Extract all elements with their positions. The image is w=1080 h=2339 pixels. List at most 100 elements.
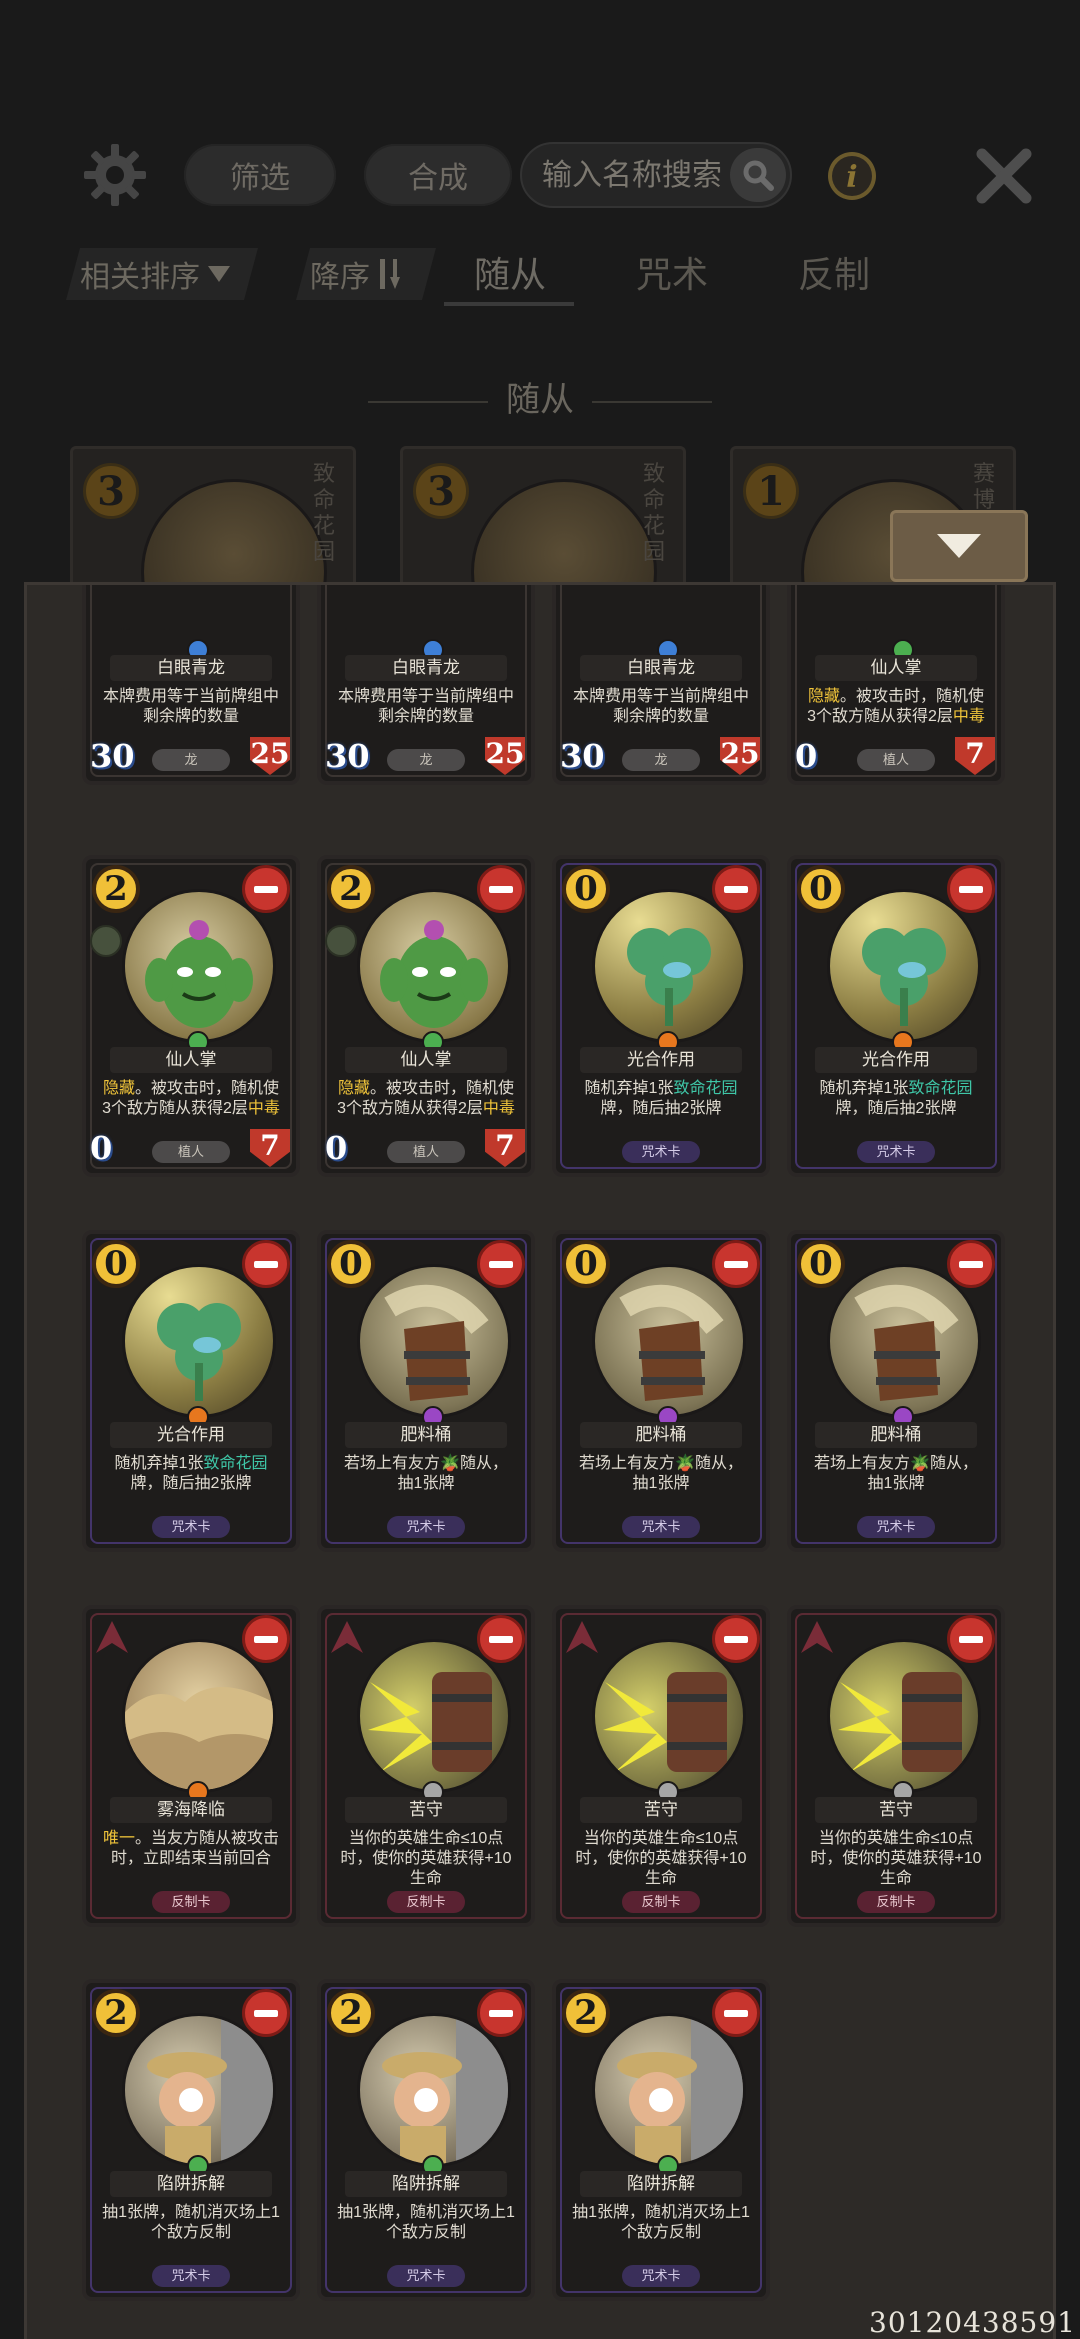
remove-card-button[interactable] (242, 1989, 290, 2037)
remove-card-button[interactable] (712, 1615, 760, 1663)
search-box (520, 142, 792, 208)
card-type-tag: 咒术卡 (387, 2265, 465, 2287)
card-name: 苦守 (345, 1797, 507, 1823)
remove-card-button[interactable] (947, 865, 995, 913)
section-heading: 随从 (0, 372, 1080, 421)
remove-card-button[interactable] (242, 1615, 290, 1663)
deck-card[interactable]: 2 陷阱拆解 抽1张牌，随机消灭场上1个敌方反制 咒术卡 (82, 1979, 300, 2301)
card-set-tag: 致命花园 (313, 461, 336, 564)
card-attack: 0 (325, 1129, 348, 1167)
remove-card-button[interactable] (947, 1240, 995, 1288)
remove-card-button[interactable] (712, 865, 760, 913)
desc-segment: 随机弃掉1张 (819, 1080, 909, 1097)
card-set-tag: 致命花园 (643, 461, 666, 564)
card-art (122, 889, 276, 1043)
remove-card-button[interactable] (477, 1989, 525, 2037)
deck-card[interactable]: 0 光合作用 随机弃掉1张致命花园牌，随后抽2张牌 咒术卡 (552, 855, 770, 1177)
card-name: 光合作用 (815, 1047, 977, 1073)
remove-card-button[interactable] (477, 1240, 525, 1288)
card-type-tag: 龙 (152, 749, 230, 771)
tab-spell[interactable]: 咒术 (636, 246, 708, 298)
scrollbar[interactable] (1053, 1915, 1056, 2205)
background-card: 3 致命花园 (70, 446, 356, 589)
remove-card-button[interactable] (477, 1615, 525, 1663)
search-input[interactable] (540, 144, 734, 208)
close-icon[interactable] (972, 144, 1036, 208)
divider (368, 401, 488, 404)
collapse-toggle-button[interactable] (890, 510, 1028, 582)
card-type-tag: 反制卡 (152, 1891, 230, 1913)
card-description: 抽1张牌，随机消灭场上1个敌方反制 (337, 2203, 515, 2265)
remove-card-button[interactable] (242, 865, 290, 913)
tab-counter[interactable]: 反制 (798, 246, 870, 298)
counter-mark-icon (96, 1621, 128, 1653)
card-cost: 2 (327, 865, 375, 913)
card-cost: 0 (562, 1240, 610, 1288)
relevance-sort-button[interactable]: 相关排序 (66, 248, 258, 300)
card-description: 若场上有友方🪴随从，抽1张牌 (572, 1454, 750, 1516)
card-name: 雾海降临 (110, 1797, 272, 1823)
card-art (357, 889, 511, 1043)
card-art (122, 1264, 276, 1418)
deck-card[interactable]: 苦守 当你的英雄生命≤10点时，使你的英雄获得+10生命 反制卡 (552, 1605, 770, 1927)
deck-card[interactable]: 0 肥料桶 若场上有友方🪴随从，抽1张牌 咒术卡 (552, 1230, 770, 1552)
card-name: 苦守 (580, 1797, 742, 1823)
desc-segment: 牌，随后抽2张牌 (835, 1100, 957, 1117)
deck-card[interactable]: 2 仙人掌 隐藏。被攻击时，随机使3个敌方随从获得2层中毒 0 7 植人 (82, 855, 300, 1177)
search-button[interactable] (730, 148, 786, 202)
deck-card[interactable]: 白眼青龙 本牌费用等于当前牌组中剩余牌的数量 30 25 龙 (552, 585, 770, 785)
card-attack: 0 (795, 737, 818, 775)
card-cost: 3 (413, 463, 469, 519)
remove-card-button[interactable] (712, 1989, 760, 2037)
remove-card-button[interactable] (947, 1615, 995, 1663)
deck-card[interactable]: 2 陷阱拆解 抽1张牌，随机消灭场上1个敌方反制 咒术卡 (317, 1979, 535, 2301)
card-description: 若场上有友方🪴随从，抽1张牌 (807, 1454, 985, 1516)
desc-segment: 🪴 (440, 1455, 460, 1472)
card-art (592, 1639, 746, 1793)
card-type-tag: 咒术卡 (622, 1516, 700, 1538)
card-cost: 2 (92, 1989, 140, 2037)
card-name: 肥料桶 (815, 1422, 977, 1448)
deck-card[interactable]: 0 肥料桶 若场上有友方🪴随从，抽1张牌 咒术卡 (787, 1230, 1005, 1552)
remove-card-button[interactable] (242, 1240, 290, 1288)
deck-card[interactable]: 苦守 当你的英雄生命≤10点时，使你的英雄获得+10生命 反制卡 (317, 1605, 535, 1927)
deck-card[interactable]: 仙人掌 隐藏。被攻击时，随机使3个敌方随从获得2层中毒 0 7 植人 (787, 585, 1005, 785)
deck-card[interactable]: 2 仙人掌 隐藏。被攻击时，随机使3个敌方随从获得2层中毒 0 7 植人 (317, 855, 535, 1177)
gear-icon[interactable] (82, 142, 148, 208)
info-icon[interactable]: i (826, 150, 878, 202)
desc-segment: 若场上有友方 (814, 1455, 911, 1472)
triangle-down-icon (206, 263, 232, 285)
desc-segment: 抽1张牌，随机消灭场上1个敌方反制 (337, 2204, 515, 2241)
desc-segment: 🪴 (910, 1455, 930, 1472)
remove-card-button[interactable] (477, 865, 525, 913)
card-description: 随机弃掉1张致命花园牌，随后抽2张牌 (572, 1079, 750, 1141)
deck-card[interactable]: 0 光合作用 随机弃掉1张致命花园牌，随后抽2张牌 咒术卡 (82, 1230, 300, 1552)
card-type-tag: 咒术卡 (152, 1516, 230, 1538)
tab-row: 相关排序 降序 随从 咒术 反制 (0, 240, 1080, 310)
desc-segment: 中毒 (482, 1100, 515, 1117)
deck-card[interactable]: 2 陷阱拆解 抽1张牌，随机消灭场上1个敌方反制 咒术卡 (552, 1979, 770, 2301)
card-cost: 0 (92, 1240, 140, 1288)
deck-card[interactable]: 0 光合作用 随机弃掉1张致命花园牌，随后抽2张牌 咒术卡 (787, 855, 1005, 1177)
card-description: 唯一。当友方随从被攻击时，立即结束当前回合 (102, 1829, 280, 1891)
filter-button[interactable]: 筛选 (184, 144, 336, 206)
deck-card[interactable]: 雾海降临唯一。当友方随从被攻击时，立即结束当前回合 反制卡 (82, 1605, 300, 1927)
deck-card[interactable]: 白眼青龙 本牌费用等于当前牌组中剩余牌的数量 30 25 龙 (82, 585, 300, 785)
cactus-art (380, 920, 488, 1028)
card-description: 抽1张牌，随机消灭场上1个敌方反制 (572, 2203, 750, 2265)
tab-minion[interactable]: 随从 (474, 246, 546, 298)
shield-art (368, 1672, 492, 1772)
remove-card-button[interactable] (712, 1240, 760, 1288)
card-type-tag: 咒术卡 (857, 1141, 935, 1163)
card-art (592, 889, 746, 1043)
cactus-art (145, 920, 253, 1028)
deck-panel[interactable]: 白眼青龙 本牌费用等于当前牌组中剩余牌的数量 30 25 龙白眼青龙 本牌费用等于当前牌组… (24, 582, 1056, 2339)
descending-sort-button[interactable]: 降序 (296, 248, 436, 300)
card-attack: 0 (90, 1129, 113, 1167)
deck-card[interactable]: 苦守 当你的英雄生命≤10点时，使你的英雄获得+10生命 反制卡 (787, 1605, 1005, 1927)
deck-card[interactable]: 0 肥料桶 若场上有友方🪴随从，抽1张牌 咒术卡 (317, 1230, 535, 1552)
desc-segment: 随机弃掉1张 (114, 1455, 204, 1472)
compose-button[interactable]: 合成 (364, 144, 512, 206)
desc-segment: 致命花园 (673, 1080, 738, 1097)
deck-card[interactable]: 白眼青龙 本牌费用等于当前牌组中剩余牌的数量 30 25 龙 (317, 585, 535, 785)
